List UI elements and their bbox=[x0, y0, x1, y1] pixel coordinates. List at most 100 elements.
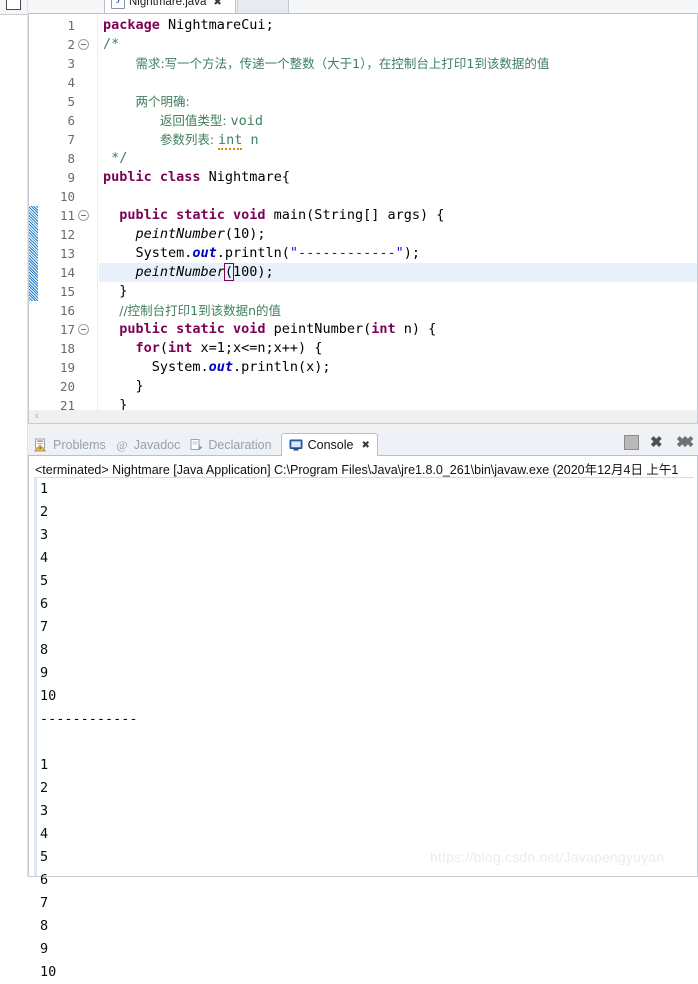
editor-frame: 1 2 3 4 5 6 7 8 9 10 11 12 13 14 15 16 17 18 19 20 21 packag… bbox=[28, 14, 698, 413]
editor-tab-row: J Nightmare.java ✖ bbox=[28, 0, 698, 14]
code-token: Nightmare{ bbox=[208, 169, 290, 185]
console-tab-label: Console bbox=[307, 438, 354, 452]
editor-tab-nightmare-java[interactable]: J Nightmare.java ✖ bbox=[104, 0, 236, 14]
close-icon[interactable]: ✖ bbox=[213, 0, 221, 8]
watermark: https://blog.csdn.net/Javapengyuyan bbox=[430, 849, 665, 865]
code-line: peintNumber(10); bbox=[135, 225, 265, 244]
line-number: 20 bbox=[59, 379, 75, 394]
code-line: peintNumber(100); bbox=[135, 263, 274, 282]
code-line: public class Nightmare{ bbox=[103, 168, 290, 187]
code-token: package bbox=[103, 17, 169, 33]
left-strip-header bbox=[0, 0, 28, 15]
console-part: ✖ ✖✖ Problems @ Javadoc Declaration Console ✖… bbox=[28, 430, 698, 980]
console-output-line: 8 bbox=[40, 918, 49, 934]
console-body[interactable]: <terminated> Nightmare [Java Application… bbox=[28, 456, 698, 980]
editor-horizontal-scrollbar[interactable]: ‹ bbox=[28, 410, 698, 424]
code-token: NightmareCui; bbox=[168, 17, 274, 33]
console-icon bbox=[289, 438, 303, 452]
code-token: //控制台打印1到该数据n的值 bbox=[119, 303, 282, 318]
code-token: } bbox=[119, 397, 128, 410]
line-number: 15 bbox=[59, 284, 75, 299]
console-output-line: 6 bbox=[40, 872, 49, 888]
code-line: System.out.println("------------"); bbox=[135, 244, 420, 263]
line-number: 8 bbox=[67, 151, 75, 166]
code-line: 需求:写一个方法，传递一个整数（大于1），在控制台上打印1到该数据的值 bbox=[135, 54, 549, 73]
line-number: 6 bbox=[67, 113, 75, 128]
code-line: } bbox=[135, 377, 143, 396]
line-number: 11 bbox=[59, 208, 75, 223]
line-number: 10 bbox=[59, 189, 75, 204]
terminate-button[interactable] bbox=[624, 434, 640, 450]
close-icon[interactable]: ✖ bbox=[361, 440, 369, 451]
line-number: 17 bbox=[59, 322, 75, 337]
code-token: public static void bbox=[119, 207, 274, 223]
console-tab-problems[interactable]: Problems bbox=[34, 433, 106, 456]
package-explorer-icon[interactable] bbox=[6, 0, 21, 10]
code-token: peintNumber bbox=[135, 264, 225, 280]
code-token: int bbox=[168, 340, 193, 356]
code-token: peintNumber( bbox=[273, 321, 372, 337]
console-tab-row: ✖ ✖✖ Problems @ Javadoc Declaration Console ✖ bbox=[28, 430, 698, 456]
code-token: 100); bbox=[233, 264, 274, 280]
editor-tab-inactive[interactable] bbox=[237, 0, 289, 14]
line-number: 9 bbox=[67, 170, 75, 185]
code-line: } bbox=[119, 282, 127, 301]
code-line: //控制台打印1到该数据n的值 bbox=[119, 301, 281, 320]
remove-all-terminated-button[interactable]: ✖✖ bbox=[676, 434, 694, 450]
code-token: (10); bbox=[224, 226, 266, 242]
console-output-line: 2 bbox=[40, 780, 49, 796]
code-line: package NightmareCui; bbox=[103, 16, 274, 35]
code-token: ( bbox=[159, 340, 168, 356]
line-number: 19 bbox=[59, 360, 75, 375]
code-token: peintNumber bbox=[135, 226, 225, 242]
line-number-ruler: 1 2 3 4 5 6 7 8 9 10 11 12 13 14 15 16 17 18 19 20 21 bbox=[29, 14, 99, 413]
gutter-separator bbox=[97, 14, 98, 410]
code-token: ); bbox=[403, 245, 420, 261]
console-output-line: 5 bbox=[40, 573, 49, 589]
code-token: ( bbox=[223, 263, 235, 281]
console-tab-label: Problems bbox=[53, 437, 106, 452]
declaration-icon bbox=[189, 438, 203, 452]
code-token: x=1;x<=n;x++) { bbox=[192, 340, 323, 356]
console-output-line: ------------ bbox=[40, 711, 138, 727]
console-output-line: 3 bbox=[40, 527, 49, 543]
code-text-area[interactable]: package NightmareCui;/* 需求:写一个方法，传递一个整数（大… bbox=[99, 14, 697, 410]
console-output-line: 10 bbox=[40, 688, 57, 704]
code-token: 两个明确: bbox=[135, 94, 190, 109]
editor-tab-label: Nightmare.java bbox=[129, 0, 207, 8]
code-line: */ bbox=[103, 149, 127, 168]
fold-collapse-icon[interactable] bbox=[78, 210, 89, 221]
code-token: for bbox=[135, 340, 160, 356]
code-token: 需求:写一个方法，传递一个整数（大于1），在控制台上打印1到该数据的值 bbox=[135, 56, 550, 71]
fold-collapse-icon[interactable] bbox=[78, 324, 89, 335]
console-tab-javadoc[interactable]: @ Javadoc bbox=[115, 433, 180, 456]
console-output-line: 2 bbox=[40, 504, 49, 520]
code-line: System.out.println(x); bbox=[152, 358, 331, 377]
code-token: public class bbox=[103, 169, 209, 185]
code-token: "------------" bbox=[289, 245, 404, 261]
code-token: */ bbox=[103, 150, 128, 166]
console-output: 1 2 3 4 5 6 7 8 9 10 ------------ 1 2 3 4 5 6 7 8 9 10 bbox=[40, 478, 697, 984]
left-workbench-strip bbox=[0, 0, 28, 877]
code-token: void bbox=[230, 113, 264, 129]
console-tab-declaration[interactable]: Declaration bbox=[189, 433, 272, 456]
console-output-line: 9 bbox=[40, 665, 49, 681]
code-token: n bbox=[242, 132, 259, 148]
remove-launch-button[interactable]: ✖ bbox=[650, 434, 666, 450]
scroll-left-icon[interactable]: ‹ bbox=[35, 411, 39, 422]
line-number: 14 bbox=[59, 265, 75, 280]
code-line: public static void peintNumber(int n) { bbox=[119, 320, 436, 339]
code-token: public static void bbox=[119, 321, 274, 337]
code-line: for(int x=1;x<=n;x++) { bbox=[135, 339, 322, 358]
console-tab-console[interactable]: Console ✖ bbox=[280, 433, 378, 456]
code-line: 参数列表: int n bbox=[160, 130, 259, 150]
console-output-line: 7 bbox=[40, 619, 49, 635]
code-line: } bbox=[119, 396, 127, 410]
stop-icon bbox=[624, 435, 639, 450]
code-token: .println( bbox=[216, 245, 290, 261]
code-token: } bbox=[119, 283, 128, 299]
fold-collapse-icon[interactable] bbox=[78, 39, 89, 50]
code-line: 返回值类型: void bbox=[160, 111, 263, 130]
console-output-margin bbox=[34, 478, 37, 876]
